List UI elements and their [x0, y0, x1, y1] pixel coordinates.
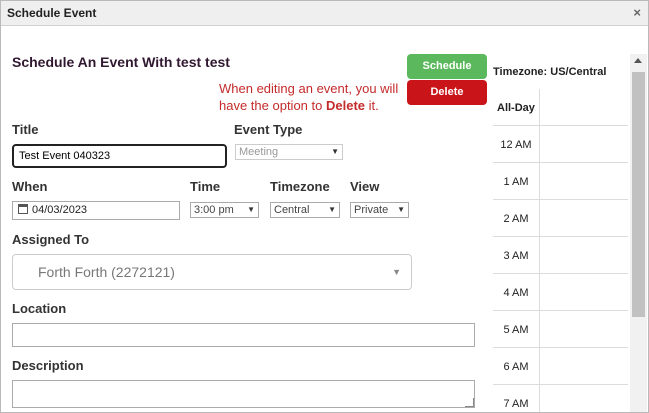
title-label: Title: [12, 122, 39, 137]
event-type-value: Meeting: [239, 146, 279, 158]
calendar-row[interactable]: 2 AM: [493, 200, 628, 237]
dialog-titlebar: Schedule Event ×: [1, 1, 648, 26]
time-label: Time: [190, 179, 221, 194]
description-label: Description: [12, 358, 84, 373]
divider: [539, 89, 540, 125]
schedule-button[interactable]: Schedule: [407, 54, 487, 79]
divider: [539, 274, 540, 310]
assigned-to-select[interactable]: Forth Forth (2272121) ▼: [12, 254, 412, 290]
view-select[interactable]: Private ▼: [350, 202, 409, 218]
chevron-down-icon: ▼: [247, 205, 255, 214]
resize-handle[interactable]: [465, 398, 474, 407]
location-input[interactable]: [12, 323, 475, 347]
event-type-label: Event Type: [234, 122, 303, 137]
calendar-row[interactable]: 5 AM: [493, 311, 628, 348]
assigned-to-value: Forth Forth (2272121): [38, 264, 175, 280]
title-input[interactable]: [12, 144, 227, 168]
edit-note: When editing an event, you will have the…: [219, 80, 399, 114]
calendar-row[interactable]: 3 AM: [493, 237, 628, 274]
calendar-hour-label: All-Day: [497, 102, 535, 114]
location-label: Location: [12, 301, 67, 316]
calendar-row[interactable]: 6 AM: [493, 348, 628, 385]
divider: [539, 385, 540, 412]
note-text-end: it.: [365, 98, 379, 113]
divider: [539, 311, 540, 347]
calendar-hour-label: 1 AM: [503, 176, 529, 188]
chevron-down-icon: ▼: [397, 205, 405, 214]
calendar-hour-label: 5 AM: [503, 324, 529, 336]
chevron-down-icon: ▼: [392, 267, 401, 277]
calendar-hour-label: 2 AM: [503, 213, 529, 225]
calendar-scrollbar[interactable]: [630, 54, 647, 412]
when-date-value: 04/03/2023: [32, 204, 88, 216]
calendar-row-allday[interactable]: All-Day: [493, 89, 628, 126]
calendar-hour-label: 3 AM: [503, 250, 529, 262]
calendar-hour-label: 4 AM: [503, 287, 529, 299]
chevron-down-icon: ▼: [328, 205, 336, 214]
divider: [539, 348, 540, 384]
calendar-row[interactable]: 1 AM: [493, 163, 628, 200]
close-icon[interactable]: ×: [633, 6, 641, 20]
calendar-row[interactable]: 4 AM: [493, 274, 628, 311]
timezone-select[interactable]: Central ▼: [270, 202, 340, 218]
note-delete-word: Delete: [325, 98, 366, 113]
scrollbar-thumb[interactable]: [632, 72, 645, 317]
view-label: View: [350, 179, 380, 194]
calendar-icon: [18, 204, 28, 214]
timezone-label: Timezone: [270, 179, 330, 194]
calendar-hour-label: 12 AM: [500, 139, 532, 151]
divider: [539, 126, 540, 162]
divider: [539, 237, 540, 273]
when-date-input[interactable]: 04/03/2023: [12, 201, 180, 220]
calendar-timezone: Timezone: US/Central: [493, 66, 607, 78]
divider: [539, 163, 540, 199]
calendar-hour-label: 7 AM: [503, 398, 529, 410]
event-type-select[interactable]: Meeting ▼: [235, 144, 343, 160]
timezone-value: Central: [274, 204, 310, 216]
divider: [539, 200, 540, 236]
calendar-row[interactable]: 7 AM: [493, 385, 628, 412]
dialog-title: Schedule Event: [7, 6, 97, 20]
form-heading: Schedule An Event With test test: [12, 54, 230, 70]
view-value: Private: [354, 204, 389, 216]
delete-button[interactable]: Delete: [407, 80, 487, 105]
calendar-hour-label: 6 AM: [503, 361, 529, 373]
schedule-event-dialog: Schedule Event × Schedule An Event With …: [0, 0, 649, 413]
when-label: When: [12, 179, 48, 194]
assigned-label: Assigned To: [12, 232, 90, 247]
time-select[interactable]: 3:00 pm ▼: [190, 202, 259, 218]
time-value: 3:00 pm: [194, 204, 234, 216]
calendar-row[interactable]: 12 AM: [493, 126, 628, 163]
scroll-up-icon[interactable]: [634, 58, 642, 63]
chevron-down-icon: ▼: [331, 147, 339, 156]
description-textarea[interactable]: [12, 380, 475, 408]
